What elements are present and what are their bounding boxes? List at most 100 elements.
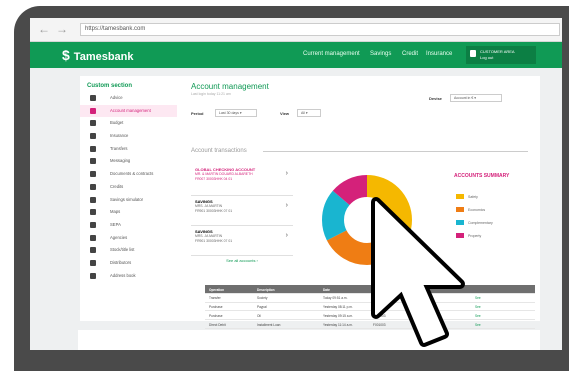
book-icon bbox=[90, 272, 96, 279]
folder-icon bbox=[90, 107, 96, 114]
pin-icon bbox=[90, 259, 96, 266]
cell-description: Paypal bbox=[257, 305, 267, 310]
sidebar-item-label: Transfers bbox=[110, 145, 128, 151]
address-bar[interactable]: https://tamesbank.com bbox=[80, 23, 560, 36]
logout-label: Log out bbox=[480, 55, 494, 60]
cell-date: Yesterday 09:15 a.m. bbox=[323, 313, 354, 318]
sidebar-item[interactable]: Messaging bbox=[80, 155, 177, 168]
cell-date: Today 09:51 a.m. bbox=[323, 296, 348, 301]
main-panel: Account management Last login today 11:2… bbox=[177, 76, 540, 329]
sidebar-item-label: Credits bbox=[110, 183, 124, 189]
col-header-operation: Operation bbox=[209, 287, 225, 292]
page-title: Account management bbox=[191, 82, 269, 91]
sidebar-item[interactable]: Documents & contracts bbox=[80, 168, 177, 181]
sidebar-item-label: Stock/title list bbox=[110, 247, 135, 253]
browser-toolbar: ← → https://tamesbank.com bbox=[30, 18, 562, 42]
chevron-right-icon: › bbox=[285, 232, 288, 239]
see-all-accounts-link[interactable]: See all accounts › bbox=[191, 258, 293, 263]
site-name: Tamesbank bbox=[73, 51, 134, 63]
sidebar-item[interactable]: Stock/title list bbox=[80, 244, 177, 257]
sidebar-item[interactable]: Savings simulator bbox=[80, 194, 177, 207]
sidebar-item-label: Documents & contracts bbox=[110, 171, 154, 177]
customer-area-button[interactable]: CUSTOMER AREA Log out bbox=[466, 46, 536, 64]
sidebar-item[interactable]: Transfers bbox=[80, 143, 177, 156]
piggy-icon bbox=[90, 196, 96, 203]
sidebar-item-label: Budget bbox=[110, 120, 124, 126]
account-number: FR901 30003HHK 07 01 bbox=[195, 239, 233, 243]
col-header-description: Description bbox=[257, 287, 275, 292]
bank-icon bbox=[90, 221, 96, 228]
sidebar-item-label: Distributors bbox=[110, 259, 132, 265]
cell-operation: Direct Debit bbox=[209, 322, 226, 327]
sidebar-item-label: Advice bbox=[110, 95, 123, 100]
legend-title: ACCOUNTS SUMMARY bbox=[454, 173, 510, 179]
list-icon bbox=[90, 247, 96, 254]
forward-arrow-icon[interactable]: → bbox=[56, 23, 68, 35]
sidebar-item[interactable]: Insurance bbox=[80, 130, 177, 143]
shield-icon bbox=[90, 133, 96, 140]
cell-operation: Transfer bbox=[209, 296, 221, 301]
chart-icon bbox=[90, 183, 96, 190]
site-logo[interactable]: $ Tamesbank bbox=[62, 47, 134, 65]
cell-operation: Purchase bbox=[209, 313, 223, 318]
col-header-date: Date bbox=[323, 287, 330, 292]
sidebar-item[interactable]: Agencies bbox=[80, 232, 177, 245]
nav-insurance[interactable]: Insurance bbox=[426, 51, 452, 57]
cell-description: Oil bbox=[257, 313, 261, 318]
period-select[interactable]: Last 30 days ▾ bbox=[215, 109, 257, 117]
sidebar-item[interactable]: Advice bbox=[80, 92, 177, 105]
sidebar-item-label: Maps bbox=[110, 209, 121, 215]
page-subtitle: Last login today 11:21 am bbox=[191, 92, 231, 96]
section-title: Account transactions bbox=[191, 148, 247, 154]
cell-description: Installment Loan bbox=[257, 322, 281, 327]
sidebar-item[interactable]: SEPA bbox=[80, 219, 177, 232]
cell-date: Yesterday 11:14 a.m. bbox=[323, 322, 353, 327]
account-number: FR901 30003HHK 07 01 bbox=[195, 209, 233, 213]
cell-operation: Purchase bbox=[209, 305, 223, 310]
devise-label: Devise bbox=[429, 96, 442, 101]
screen: ← → https://tamesbank.com $ Tamesbank Cur… bbox=[30, 18, 562, 350]
sidebar-item-label: Address book bbox=[110, 272, 136, 278]
chevron-right-icon: › bbox=[285, 170, 288, 177]
nav-savings[interactable]: Savings bbox=[370, 51, 391, 57]
devise-select[interactable]: Account in € ▾ bbox=[450, 94, 502, 102]
sidebar-item[interactable]: Account management bbox=[80, 104, 177, 118]
sidebar-item[interactable]: Maps bbox=[80, 206, 177, 219]
document-icon bbox=[90, 171, 96, 178]
account-card[interactable]: SAVINGS MRS. JA MARTIN FR901 30003HHK 07… bbox=[191, 226, 293, 256]
nav-current-management[interactable]: Current management bbox=[303, 51, 360, 57]
back-arrow-icon[interactable]: ← bbox=[38, 23, 50, 35]
sidebar-item-label: Savings simulator bbox=[110, 196, 144, 202]
sidebar-title: Custom section bbox=[87, 83, 133, 89]
cell-date: Yesterday 08:11 p.m. bbox=[323, 305, 353, 310]
wallet-icon bbox=[90, 120, 96, 127]
sidebar-item-label: Messaging bbox=[110, 158, 131, 164]
site-header: $ Tamesbank Current management Savings Cr… bbox=[30, 42, 562, 68]
sidebar: Custom section Advice Account management B… bbox=[80, 76, 177, 321]
sidebar-item-label: Agencies bbox=[110, 234, 128, 240]
sidebar-item-label: SEPA bbox=[110, 221, 121, 227]
sidebar-item[interactable]: Budget bbox=[80, 117, 177, 130]
building-icon bbox=[90, 234, 96, 241]
map-icon bbox=[90, 209, 96, 216]
sidebar-item[interactable]: Address book bbox=[80, 270, 177, 283]
home-icon bbox=[90, 95, 96, 101]
sidebar-item[interactable]: Credits bbox=[80, 181, 177, 194]
cell-description: Society bbox=[257, 296, 268, 301]
sidebar-item-label: Account management bbox=[110, 107, 151, 113]
chevron-right-icon: › bbox=[285, 202, 288, 209]
view-label: View bbox=[280, 111, 290, 116]
mail-icon bbox=[90, 158, 96, 165]
account-number: FR007 30003HHK 04 01 bbox=[195, 177, 233, 181]
sidebar-item-label: Insurance bbox=[110, 133, 129, 139]
period-label: Period bbox=[191, 111, 204, 116]
account-card[interactable]: SAVINGS MRS. JA MARTIN FR901 30003HHK 07… bbox=[191, 196, 293, 226]
dollar-icon: $ bbox=[62, 47, 70, 63]
mouse-pointer-icon bbox=[371, 197, 465, 347]
transfer-icon bbox=[90, 145, 96, 152]
section-divider bbox=[263, 151, 528, 152]
sidebar-item[interactable]: Distributors bbox=[80, 257, 177, 270]
view-select[interactable]: All ▾ bbox=[297, 109, 321, 117]
account-card[interactable]: GLOBAL CHECKING ACCOUNT MR. & MARTIN DOU… bbox=[191, 164, 293, 196]
nav-credit[interactable]: Credit bbox=[402, 51, 418, 57]
